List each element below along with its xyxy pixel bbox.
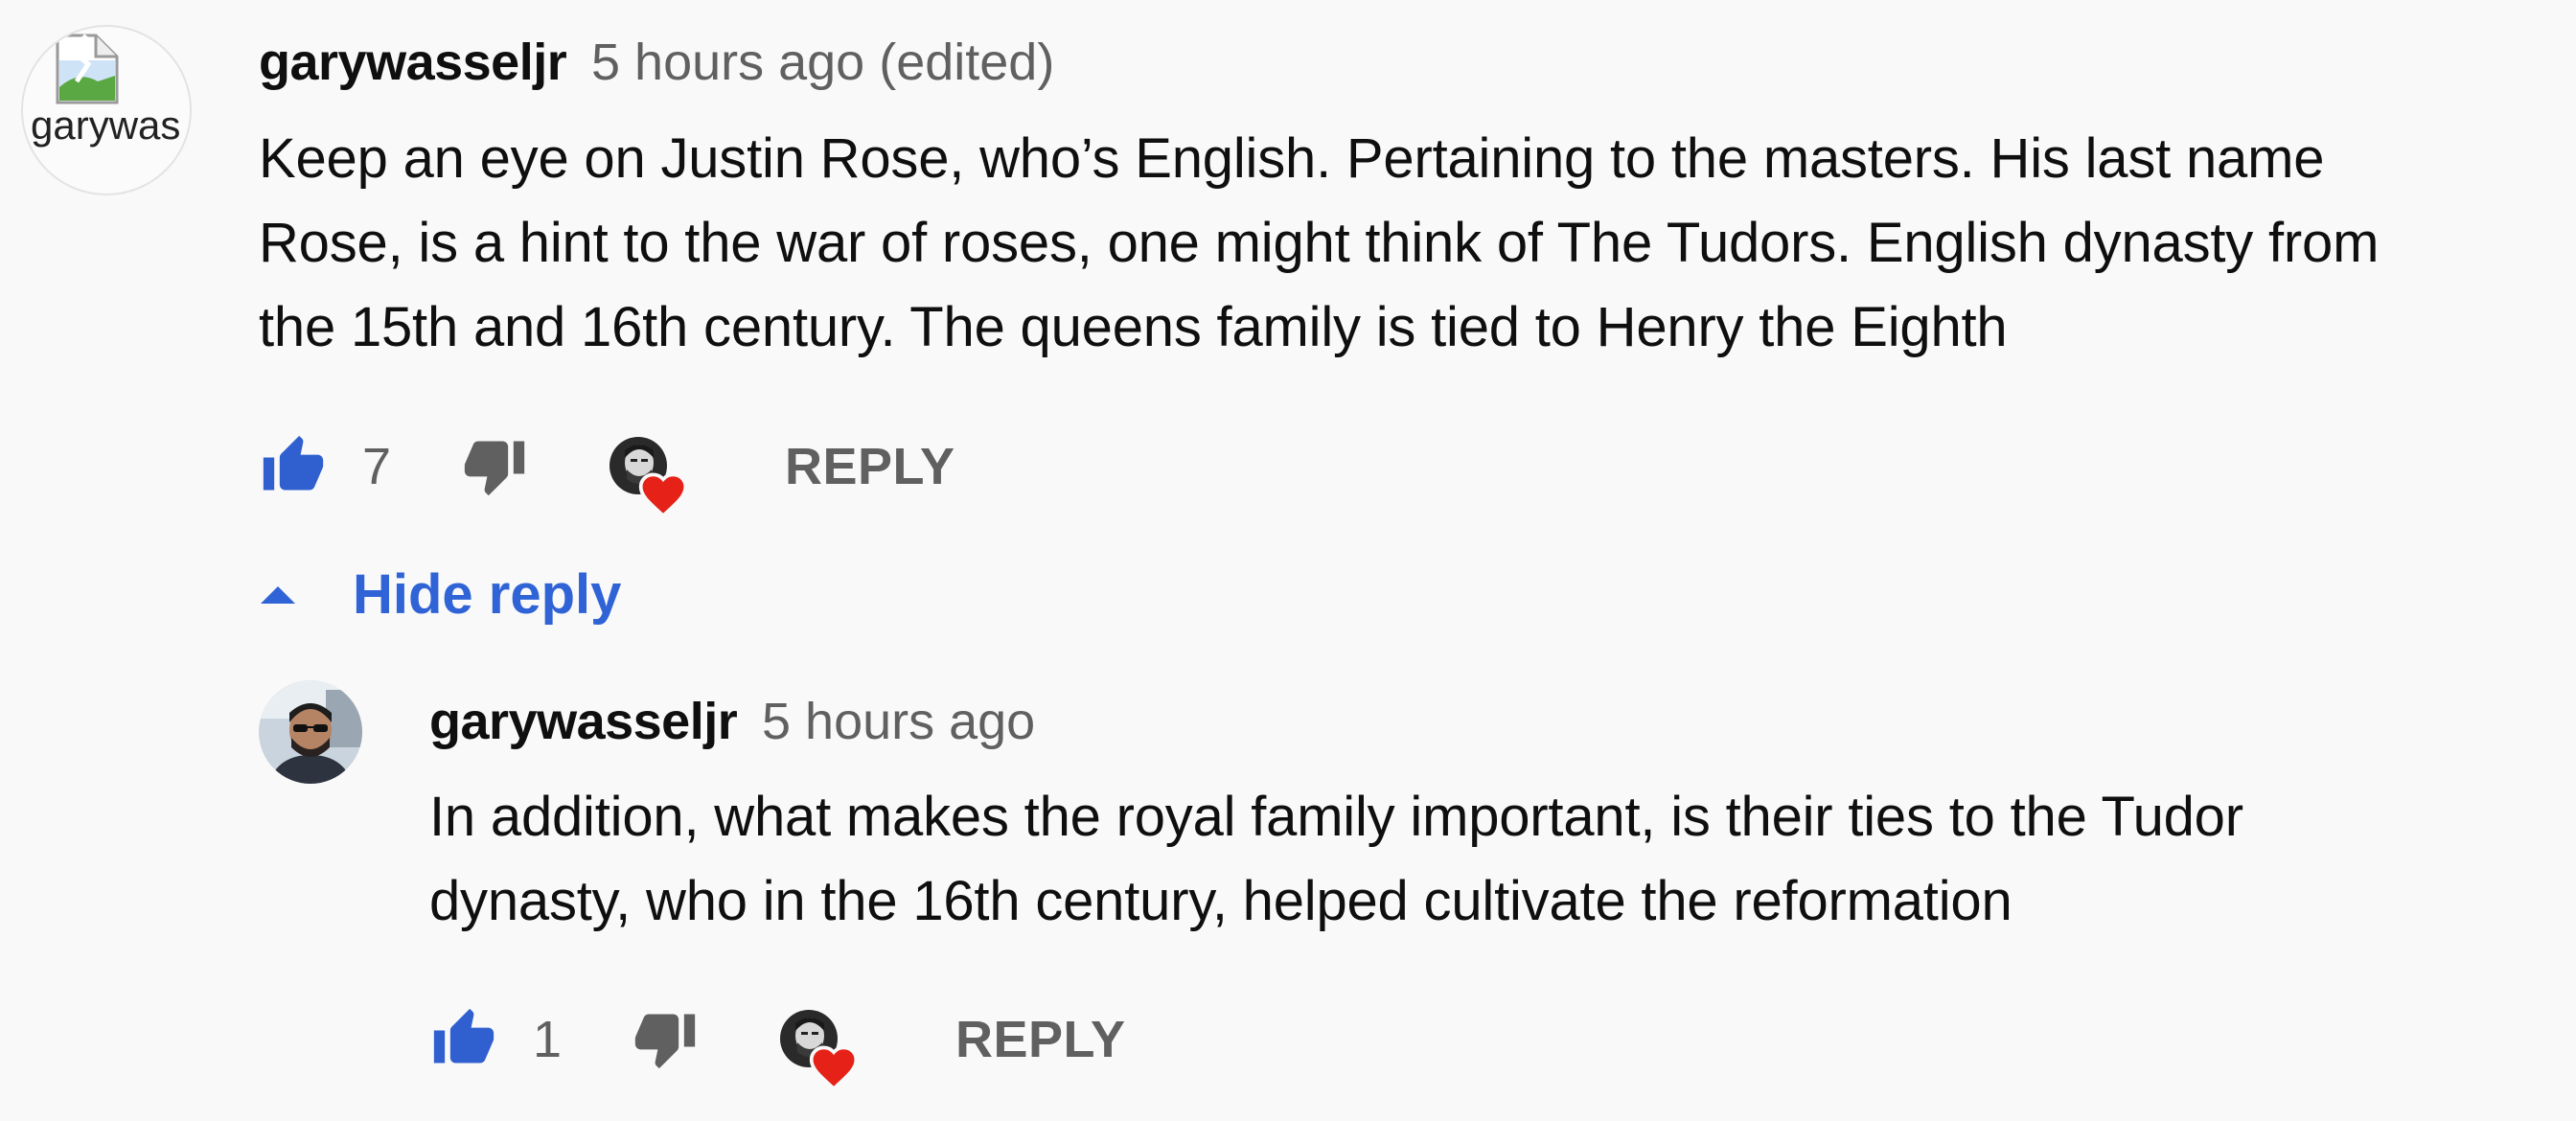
reply-timestamp[interactable]: 5 hours ago — [762, 696, 1035, 747]
reply-author[interactable]: garywasseljr — [429, 696, 738, 747]
reply-button[interactable]: REPLY — [785, 441, 955, 492]
thumb-up-icon[interactable] — [429, 1006, 498, 1071]
caret-up-icon[interactable] — [259, 584, 297, 606]
thumb-down-icon[interactable] — [460, 433, 529, 498]
reply-reply-button[interactable]: REPLY — [955, 1014, 1126, 1065]
broken-image-icon — [56, 34, 119, 104]
reply-text-line: dynasty, who in the 16th century, helped… — [429, 870, 2012, 932]
creator-heart-badge — [610, 437, 688, 517]
creator-heart-icon — [809, 1045, 859, 1090]
thumb-down-icon[interactable] — [631, 1006, 700, 1071]
comment-timestamp[interactable]: 5 hours ago (edited) — [591, 36, 1054, 88]
reply-avatar-image — [259, 680, 362, 784]
comment-text-line: the 15th and 16th century. The queens fa… — [259, 296, 2008, 358]
reply-author-avatar[interactable] — [259, 680, 362, 784]
author-avatar[interactable]: garywas — [21, 25, 192, 195]
creator-heart-icon — [638, 472, 688, 517]
comment-text-line: Keep an eye on Justin Rose, who’s Englis… — [259, 127, 2325, 190]
creator-heart-badge — [780, 1010, 859, 1090]
reply-text-line: In addition, what makes the royal family… — [429, 786, 2243, 848]
like-count: 7 — [362, 438, 392, 495]
thumb-up-icon[interactable] — [259, 433, 328, 498]
avatar-alt-text: garywas — [31, 103, 181, 148]
comment-author[interactable]: garywasseljr — [259, 36, 567, 88]
reply-like-count: 1 — [533, 1011, 563, 1068]
comment-text-line: Rose, is a hint to the war of roses, one… — [259, 212, 2380, 274]
hide-replies-button[interactable]: Hide reply — [353, 567, 621, 623]
